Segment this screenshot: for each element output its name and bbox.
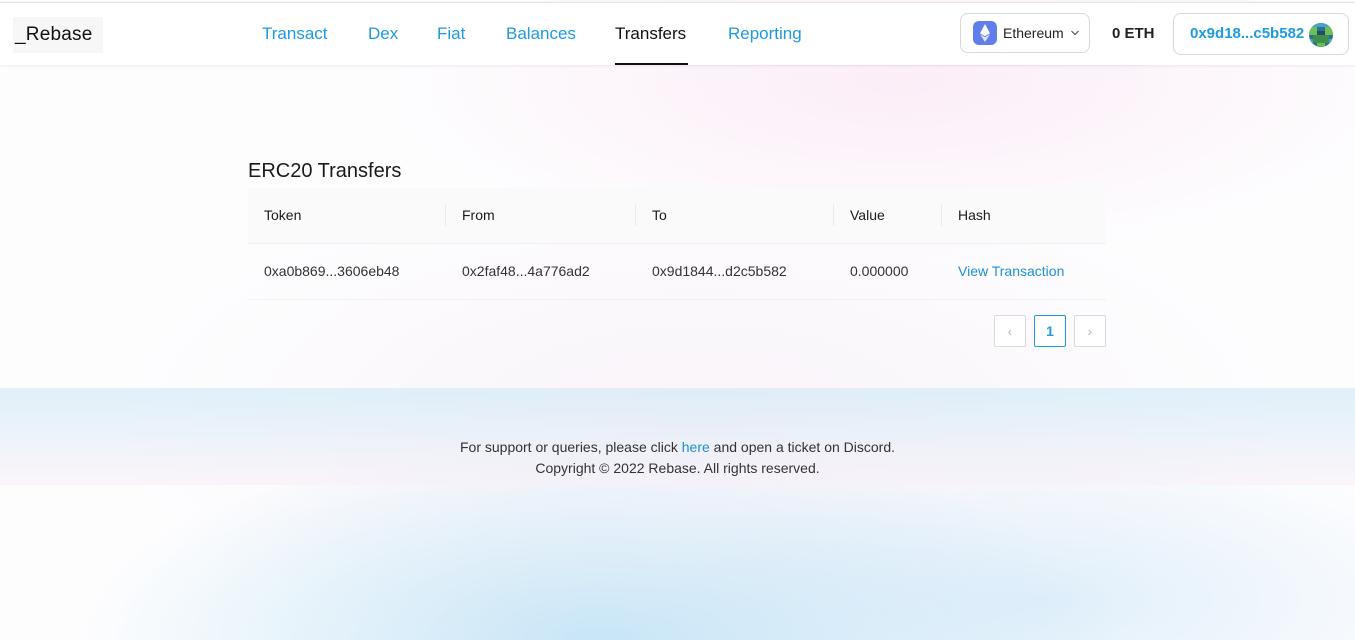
chevron-down-icon: [1070, 14, 1080, 52]
column-divider: [445, 204, 446, 226]
wallet-avatar-icon: [1309, 23, 1333, 47]
pagination-next-button[interactable]: ›: [1074, 315, 1106, 347]
column-divider: [941, 204, 942, 226]
active-tab-indicator: [615, 63, 688, 65]
pagination-page-1[interactable]: 1: [1034, 315, 1066, 347]
cell-token: 0xa0b869...3606eb48: [264, 263, 400, 279]
page-title: ERC20 Transfers: [248, 160, 402, 182]
nav-transfers-label: Transfers: [615, 24, 687, 43]
cell-from: 0x2faf48...4a776ad2: [462, 263, 590, 279]
column-divider: [635, 204, 636, 226]
footer: For support or queries, please click her…: [0, 388, 1355, 485]
column-header-value: Value: [850, 207, 885, 223]
eth-balance: 0 ETH: [1112, 25, 1155, 42]
cell-value: 0.000000: [850, 263, 909, 279]
wallet-account-button[interactable]: 0x9d18...c5b582: [1173, 13, 1349, 55]
cell-to: 0x9d1844...d2c5b582: [652, 263, 787, 279]
nav-balances[interactable]: Balances: [506, 3, 576, 65]
chevron-left-icon: ‹: [1007, 323, 1013, 339]
column-divider: [833, 204, 834, 226]
top-navigation-bar: _Rebase Transact Dex Fiat Balances Trans…: [0, 2, 1355, 65]
nav-transfers[interactable]: Transfers: [615, 3, 688, 65]
support-text-after: and open a ticket on Discord.: [709, 439, 896, 455]
nav-dex[interactable]: Dex: [368, 3, 398, 65]
ethereum-icon: [973, 21, 997, 45]
network-label: Ethereum: [1003, 25, 1064, 41]
nav-transact[interactable]: Transact: [262, 3, 328, 65]
support-text-before: For support or queries, please click: [459, 439, 682, 455]
view-transaction-link[interactable]: View Transaction: [958, 244, 1064, 299]
transfers-table: Token From To Value Hash 0xa0b869...3606…: [248, 188, 1106, 300]
nav-reporting[interactable]: Reporting: [728, 3, 802, 65]
support-link[interactable]: here: [682, 439, 710, 455]
column-header-to: To: [652, 207, 667, 223]
chevron-right-icon: ›: [1087, 323, 1093, 339]
support-text: For support or queries, please click her…: [0, 439, 1355, 455]
copyright-text: Copyright © 2022 Rebase. All rights rese…: [535, 460, 820, 476]
wallet-address: 0x9d18...c5b582: [1190, 25, 1305, 42]
network-selector[interactable]: Ethereum: [960, 13, 1090, 53]
table-row: 0xa0b869...3606eb48 0x2faf48...4a776ad2 …: [248, 244, 1106, 300]
nav-fiat[interactable]: Fiat: [437, 3, 465, 65]
column-header-from: From: [462, 207, 495, 223]
pagination-prev-button[interactable]: ‹: [994, 315, 1026, 347]
column-header-hash: Hash: [958, 207, 991, 223]
column-header-token: Token: [264, 207, 302, 223]
table-header: Token From To Value Hash: [248, 188, 1106, 244]
rebase-logo[interactable]: _Rebase: [13, 17, 103, 53]
